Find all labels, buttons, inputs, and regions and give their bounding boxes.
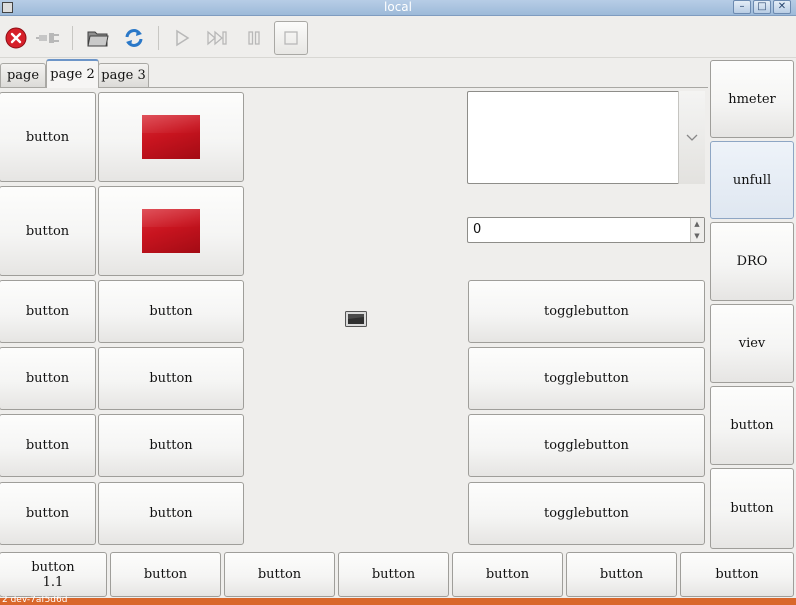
bottom-button[interactable]: button xyxy=(680,552,794,597)
toggle-button[interactable]: togglebutton xyxy=(468,414,705,477)
toggle-button[interactable]: togglebutton xyxy=(468,347,705,410)
grid-button[interactable]: button xyxy=(0,92,96,182)
spin-value[interactable]: 0 xyxy=(473,218,673,242)
grid-button[interactable]: button xyxy=(0,280,96,343)
toggle-button[interactable]: togglebutton xyxy=(468,482,705,545)
reload-icon xyxy=(125,29,143,47)
bottom-button[interactable]: button xyxy=(452,552,563,597)
close-window-icon[interactable]: ✕ xyxy=(773,0,791,14)
grid-button[interactable]: button xyxy=(0,347,96,410)
image-button[interactable] xyxy=(98,92,244,182)
run-button[interactable] xyxy=(166,21,198,55)
toggle-button[interactable]: togglebutton xyxy=(468,280,705,343)
bottom-button[interactable]: button xyxy=(224,552,335,597)
red-image xyxy=(142,115,200,159)
tab-page-1[interactable]: page 1 xyxy=(0,63,46,107)
tab-page-2[interactable]: page 2 xyxy=(46,59,99,88)
chevron-down-icon[interactable] xyxy=(678,91,705,184)
side-button-dro[interactable]: DRO xyxy=(710,222,794,301)
bottom-button[interactable]: button xyxy=(566,552,677,597)
window-title: local xyxy=(384,0,412,14)
maximize-icon[interactable]: □ xyxy=(753,0,771,14)
grid-button[interactable]: button xyxy=(0,414,96,477)
toolbar-separator xyxy=(158,26,159,50)
grid-button[interactable]: button xyxy=(0,186,96,276)
stop-button[interactable] xyxy=(0,21,32,55)
minimize-icon[interactable]: – xyxy=(733,0,751,14)
spin-up-icon[interactable]: ▲ xyxy=(690,218,704,230)
bottom-button-1-1[interactable]: button 1.1 xyxy=(0,552,107,597)
pause-button[interactable] xyxy=(238,21,270,55)
red-image xyxy=(142,209,200,253)
open-file-icon xyxy=(87,31,109,47)
combo-box[interactable] xyxy=(467,91,705,184)
grid-button[interactable]: button xyxy=(98,280,244,343)
disconnect-icon xyxy=(36,33,59,43)
side-button-viev[interactable]: viev xyxy=(710,304,794,383)
abort-icon xyxy=(284,31,298,45)
run-icon xyxy=(176,29,190,47)
side-button[interactable]: button xyxy=(710,386,794,465)
status-text: 2 dev-7af5d6d xyxy=(2,596,68,605)
bottom-button[interactable]: button xyxy=(338,552,449,597)
image-button[interactable] xyxy=(98,186,244,276)
spin-down-icon[interactable]: ▼ xyxy=(690,230,704,242)
abort-button[interactable] xyxy=(274,21,308,55)
image-placeholder-icon xyxy=(345,311,367,327)
step-icon xyxy=(207,30,227,46)
grid-button[interactable]: button xyxy=(98,347,244,410)
side-button-unfull[interactable]: unfull xyxy=(710,141,794,219)
step-button[interactable] xyxy=(202,21,234,55)
open-file-button[interactable] xyxy=(82,21,114,55)
bottom-button[interactable]: button xyxy=(110,552,221,597)
grid-button[interactable]: button xyxy=(0,482,96,545)
grid-button[interactable]: button xyxy=(98,482,244,545)
grid-button[interactable]: button xyxy=(98,414,244,477)
side-button-hmeter[interactable]: hmeter xyxy=(710,60,794,138)
tab-page-3[interactable]: page 3 xyxy=(98,63,149,87)
pause-icon xyxy=(248,31,260,45)
stop-icon xyxy=(5,27,27,49)
side-button[interactable]: button xyxy=(710,468,794,549)
disconnect-button[interactable] xyxy=(32,21,64,55)
toolbar-separator xyxy=(72,26,73,50)
reload-button[interactable] xyxy=(118,21,150,55)
